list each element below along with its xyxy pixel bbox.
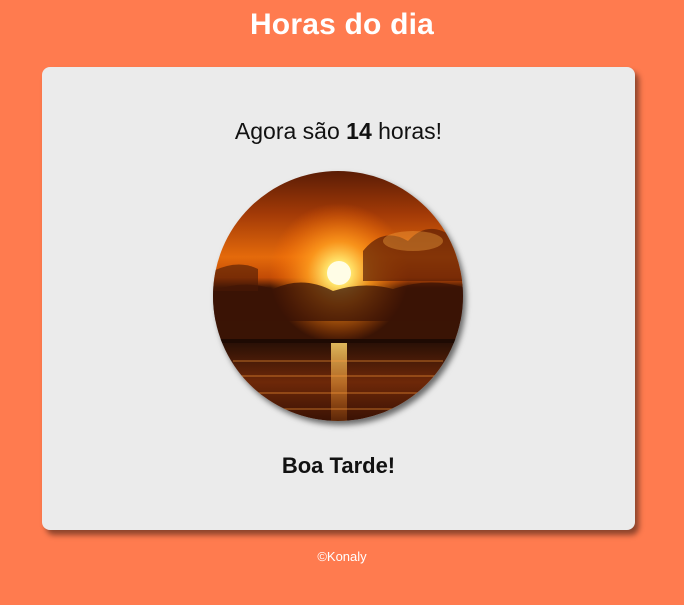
greeting-text: Boa Tarde!: [281, 453, 396, 478]
current-time-text: Agora são 14 horas!: [42, 118, 635, 145]
hour-value: 14: [346, 118, 372, 144]
time-prefix: Agora são: [234, 118, 340, 144]
sunset-image: [213, 171, 463, 421]
time-suffix: horas!: [378, 118, 443, 144]
footer-copyright: ©Konaly: [317, 549, 367, 564]
content-card: Agora são 14 horas! Boa Tarde!: [42, 67, 635, 530]
sunset-icon: [213, 171, 463, 421]
page-title: Horas do dia: [249, 8, 435, 41]
